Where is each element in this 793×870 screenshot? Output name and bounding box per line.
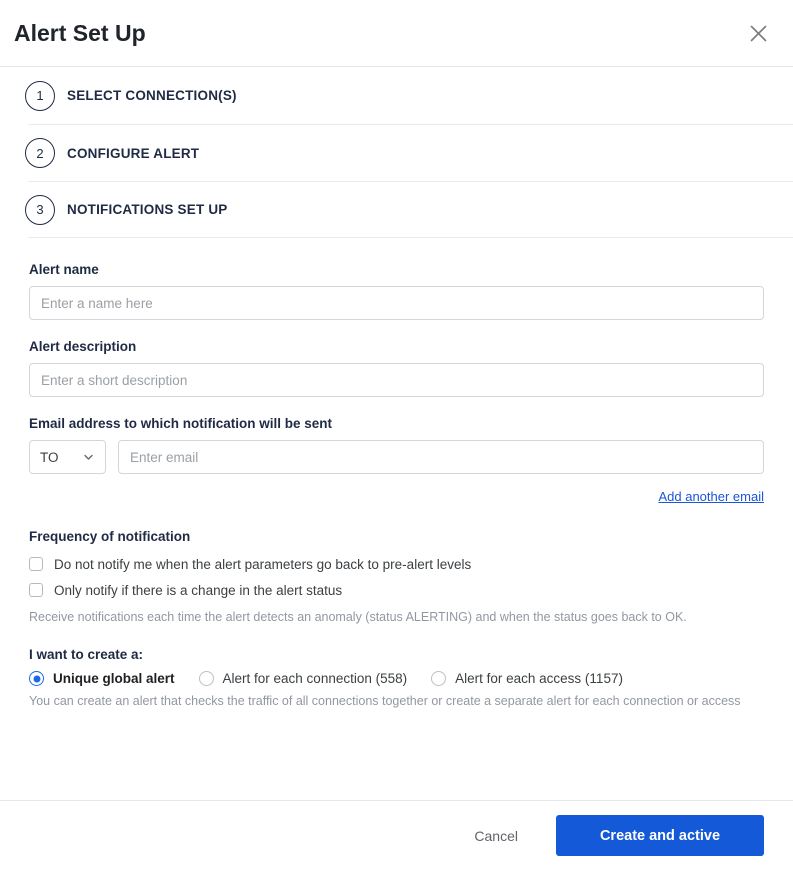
scope-radio-group: Unique global alert Alert for each conne… [29, 671, 764, 686]
step-label: SELECT CONNECTION(S) [67, 88, 237, 103]
alert-name-field-group: Alert name [29, 262, 764, 320]
chevron-down-icon [82, 451, 95, 464]
radio-label: Unique global alert [53, 671, 175, 686]
step-list: 1 SELECT CONNECTION(S) 2 CONFIGURE ALERT… [0, 67, 793, 238]
email-label: Email address to which notification will… [29, 416, 333, 431]
radio-label: Alert for each connection (558) [222, 671, 408, 686]
add-another-email-wrap: Add another email [29, 488, 764, 506]
checkbox-icon[interactable] [29, 583, 43, 597]
step-number: 1 [25, 80, 55, 111]
checkbox-label: Only notify if there is a change in the … [54, 582, 343, 598]
radio-option-unique-global-alert[interactable]: Unique global alert [29, 671, 175, 686]
radio-icon[interactable] [198, 671, 214, 686]
recipient-type-value: TO [40, 449, 59, 465]
frequency-section-title: Frequency of notification [29, 529, 191, 544]
checkbox-row-status-change-only[interactable]: Only notify if there is a change in the … [29, 578, 764, 602]
cancel-button[interactable]: Cancel [460, 818, 532, 854]
step-number: 3 [25, 194, 55, 225]
create-and-active-button[interactable]: Create and active [556, 815, 764, 856]
dialog-body: Alert name Alert description Email addre… [0, 238, 793, 800]
alert-description-label: Alert description [29, 339, 137, 354]
email-field-group: Email address to which notification will… [29, 416, 764, 506]
dialog-footer: Cancel Create and active [0, 800, 793, 870]
step-number: 2 [25, 138, 55, 168]
checkbox-label: Do not notify me when the alert paramete… [54, 556, 472, 572]
frequency-helper-text: Receive notifications each time the aler… [29, 610, 687, 624]
scope-section-title: I want to create a: [29, 647, 144, 662]
step-item-select-connections[interactable]: 1 SELECT CONNECTION(S) [0, 67, 793, 124]
radio-option-alert-per-connection[interactable]: Alert for each connection (558) [198, 671, 408, 686]
radio-icon[interactable] [431, 671, 447, 686]
radio-option-alert-per-access[interactable]: Alert for each access (1157) [431, 671, 623, 686]
close-icon[interactable] [743, 18, 773, 48]
step-item-configure-alert[interactable]: 2 CONFIGURE ALERT [25, 124, 793, 181]
recipient-type-select[interactable]: TO [29, 440, 106, 474]
step-label: NOTIFICATIONS SET UP [67, 202, 228, 217]
step-item-notifications-setup[interactable]: 3 NOTIFICATIONS SET UP [25, 181, 793, 238]
page-title: Alert Set Up [14, 19, 146, 46]
alert-description-field-group: Alert description [29, 339, 764, 397]
add-another-email-link[interactable]: Add another email [658, 489, 764, 504]
checkbox-row-no-recovery-notify[interactable]: Do not notify me when the alert paramete… [29, 552, 764, 576]
scope-helper-text: You can create an alert that checks the … [29, 694, 741, 708]
email-input[interactable] [118, 440, 764, 474]
checkbox-icon[interactable] [29, 557, 43, 571]
radio-label: Alert for each access (1157) [455, 671, 623, 686]
alert-setup-dialog: Alert Set Up 1 SELECT CONNECTION(S) 2 CO… [0, 0, 793, 870]
alert-name-label: Alert name [29, 262, 99, 277]
email-row: TO [29, 440, 764, 474]
radio-icon[interactable] [29, 671, 44, 686]
dialog-header: Alert Set Up [0, 0, 793, 67]
alert-description-input[interactable] [29, 363, 764, 397]
alert-name-input[interactable] [29, 286, 764, 320]
step-label: CONFIGURE ALERT [67, 145, 200, 161]
